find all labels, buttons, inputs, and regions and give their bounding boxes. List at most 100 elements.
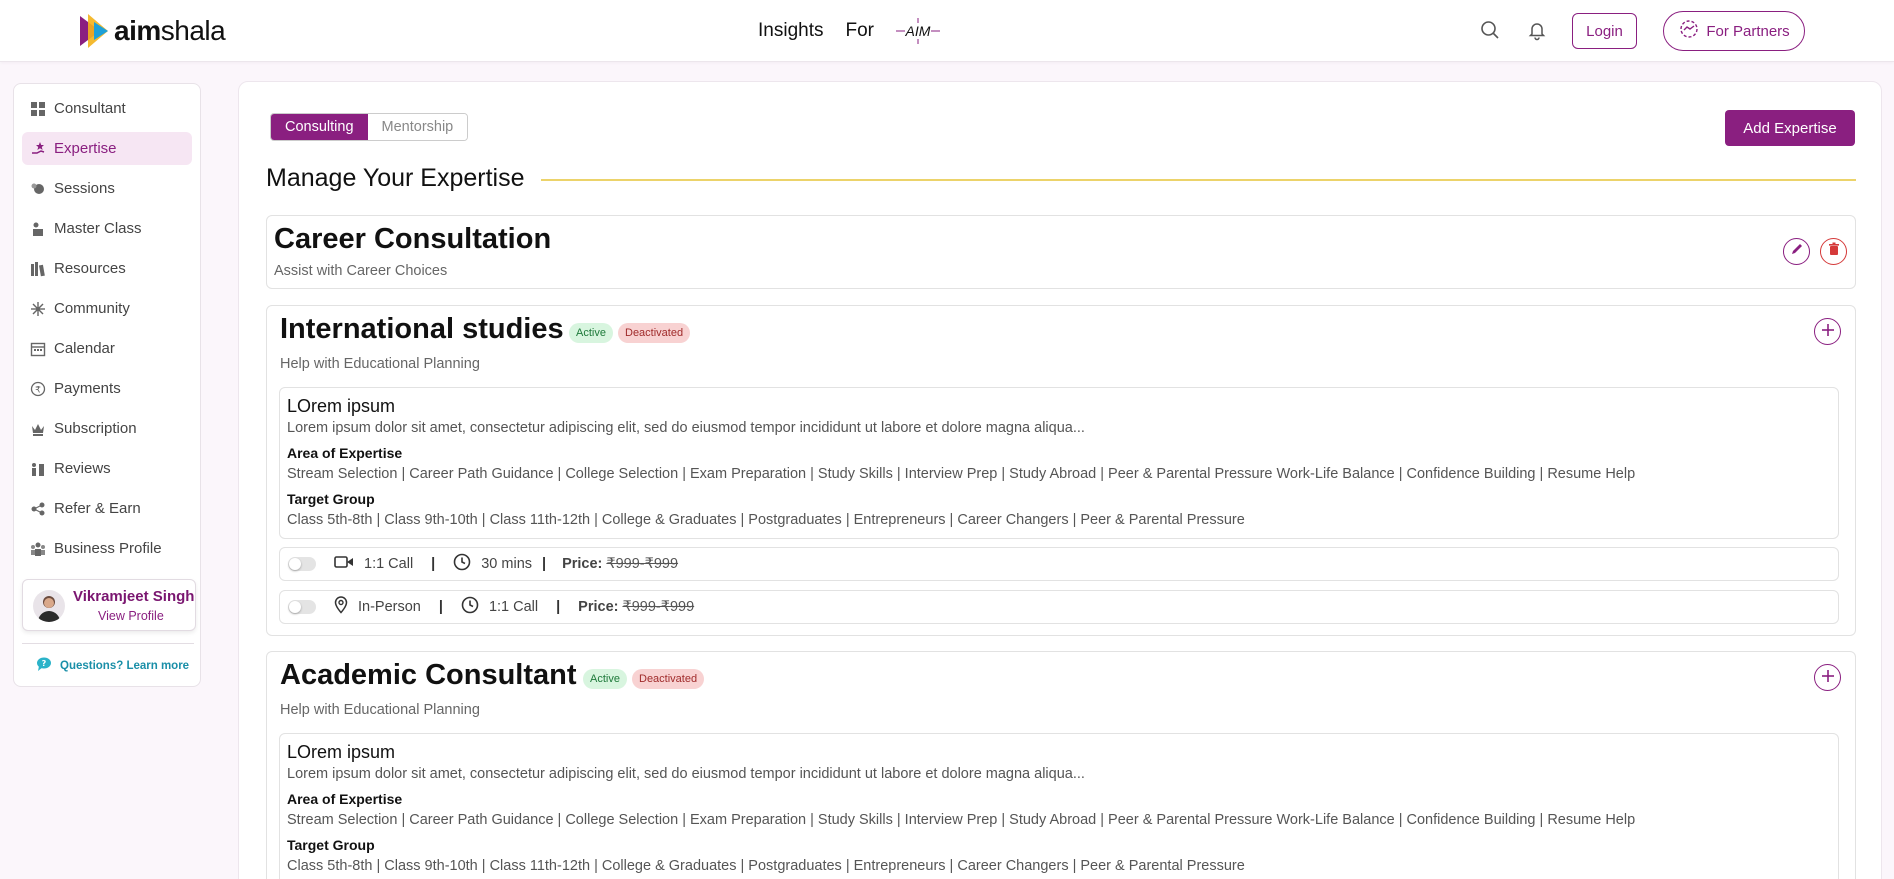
card-title: Career Consultation <box>274 223 552 255</box>
handshake-icon <box>1678 18 1700 44</box>
add-expertise-button[interactable]: Add Expertise <box>1725 110 1855 146</box>
edit-button[interactable] <box>1783 238 1810 265</box>
chat-bubble-icon: ? <box>36 656 54 675</box>
tab-consulting[interactable]: Consulting <box>271 114 368 140</box>
view-profile-link[interactable]: View Profile <box>98 609 164 623</box>
option-duration: 30 mins <box>481 556 533 572</box>
main-panel: Consulting Mentorship Add Expertise Mana… <box>238 81 1882 879</box>
community-icon <box>30 301 46 317</box>
svg-text:?: ? <box>42 659 47 668</box>
video-icon <box>334 555 354 573</box>
crown-icon <box>30 421 46 437</box>
reviews-icon <box>30 461 46 477</box>
target-label: Target Group <box>287 837 375 853</box>
sidebar-item-sessions[interactable]: Sessions <box>22 172 192 205</box>
sidebar-item-community[interactable]: Community <box>22 292 192 325</box>
nav-for[interactable]: For <box>845 20 874 42</box>
session-option-row: 1:1 Call | 30 mins | Price: ₹999-₹999 <box>279 547 1839 581</box>
card-title: Academic Consultant <box>280 659 577 691</box>
price-label: Price: <box>562 556 603 572</box>
card-subtitle: Help with Educational Planning <box>280 702 480 718</box>
tab-switcher: Consulting Mentorship <box>270 113 469 141</box>
refer-icon <box>30 501 46 517</box>
sidebar-item-expertise[interactable]: Expertise <box>22 132 192 165</box>
sessions-icon <box>30 181 46 197</box>
sidebar: Consultant Expertise Sessions Master Cla… <box>13 83 201 687</box>
trash-icon <box>1827 242 1841 261</box>
tab-mentorship[interactable]: Mentorship <box>367 114 468 140</box>
status-badge-active: Active <box>569 323 613 343</box>
sidebar-item-payments[interactable]: ₹ Payments <box>22 372 192 405</box>
plus-icon <box>1821 669 1834 687</box>
svg-text:₹: ₹ <box>35 385 41 395</box>
aim-badge[interactable]: AIM <box>895 18 940 44</box>
top-header: aimshala Insights For AIM Login For Part… <box>0 0 1894 62</box>
price-value: ₹999-₹999 <box>622 599 695 615</box>
session-option-row: In-Person | 1:1 Call | Price: ₹999-₹999 <box>279 590 1839 624</box>
plus-icon <box>1821 323 1834 341</box>
nav-insights[interactable]: Insights <box>758 20 823 42</box>
delete-button[interactable] <box>1820 238 1847 265</box>
expertise-card: International studies Active Deactivated… <box>266 305 1856 636</box>
expertise-details: LOrem ipsum Lorem ipsum dolor sit amet, … <box>279 733 1839 879</box>
option-mode: 1:1 Call <box>364 556 414 572</box>
search-icon[interactable] <box>1479 19 1501 41</box>
expertise-details: LOrem ipsum Lorem ipsum dolor sit amet, … <box>279 387 1839 539</box>
page-title: Manage Your Expertise <box>266 164 525 192</box>
target-value: Class 5th-8th | Class 9th-10th | Class 1… <box>287 512 1245 528</box>
sidebar-item-reviews[interactable]: Reviews <box>22 452 192 485</box>
details-description: Lorem ipsum dolor sit amet, consectetur … <box>287 420 1085 436</box>
option-duration: 1:1 Call <box>488 599 539 615</box>
card-title: International studies <box>280 313 564 345</box>
pencil-icon <box>1790 242 1804 261</box>
sidebar-item-resources[interactable]: Resources <box>22 252 192 285</box>
status-badge-active: Active <box>583 669 627 689</box>
details-description: Lorem ipsum dolor sit amet, consectetur … <box>287 766 1085 782</box>
presenter-icon <box>30 221 46 237</box>
sidebar-divider <box>22 643 194 644</box>
status-badge-deactivated: Deactivated <box>618 323 691 343</box>
price-label: Price: <box>578 599 619 615</box>
sidebar-item-calendar[interactable]: Calendar <box>22 332 192 365</box>
bell-icon[interactable] <box>1526 19 1548 41</box>
option-toggle[interactable] <box>288 600 316 614</box>
help-link[interactable]: ? Questions? Learn more <box>36 656 189 675</box>
area-value: Stream Selection | Career Path Guidance … <box>287 812 1636 828</box>
price-value: ₹999-₹999 <box>606 556 679 572</box>
profile-card[interactable]: Vikramjeet Singh View Profile <box>22 579 196 631</box>
expertise-card: Academic Consultant Active Deactivated H… <box>266 651 1856 879</box>
option-mode: In-Person <box>358 599 421 615</box>
login-button[interactable]: Login <box>1572 13 1637 49</box>
profile-name: Vikramjeet Singh <box>73 588 195 605</box>
team-icon <box>30 541 46 557</box>
area-value: Stream Selection | Career Path Guidance … <box>287 466 1636 482</box>
sidebar-item-subscription[interactable]: Subscription <box>22 412 192 445</box>
hand-star-icon <box>30 141 46 157</box>
sidebar-item-consultant[interactable]: Consultant <box>22 92 192 125</box>
grid-icon <box>30 101 46 117</box>
location-pin-icon <box>334 596 348 618</box>
target-value: Class 5th-8th | Class 9th-10th | Class 1… <box>287 858 1245 874</box>
logo-mark-icon <box>78 12 118 50</box>
option-toggle[interactable] <box>288 557 316 571</box>
expand-button[interactable] <box>1814 318 1841 345</box>
sidebar-item-business-profile[interactable]: Business Profile <box>22 532 192 565</box>
card-subtitle: Help with Educational Planning <box>280 356 480 372</box>
expand-button[interactable] <box>1814 664 1841 691</box>
sidebar-item-master-class[interactable]: Master Class <box>22 212 192 245</box>
title-underline <box>541 179 1856 181</box>
avatar <box>33 590 65 622</box>
aimshala-logo[interactable]: aimshala <box>78 12 226 50</box>
status-badge-deactivated: Deactivated <box>632 669 705 689</box>
sidebar-item-refer-earn[interactable]: Refer & Earn <box>22 492 192 525</box>
details-title: LOrem ipsum <box>287 396 396 416</box>
for-partners-button[interactable]: For Partners <box>1663 11 1805 51</box>
calendar-icon <box>30 341 46 357</box>
target-label: Target Group <box>287 491 375 507</box>
career-consultation-card: Career Consultation Assist with Career C… <box>266 215 1856 289</box>
books-icon <box>30 261 46 277</box>
clock-icon <box>461 596 479 618</box>
area-label: Area of Expertise <box>287 791 403 807</box>
top-nav: Insights For AIM <box>758 18 940 44</box>
rupee-icon: ₹ <box>30 381 46 397</box>
